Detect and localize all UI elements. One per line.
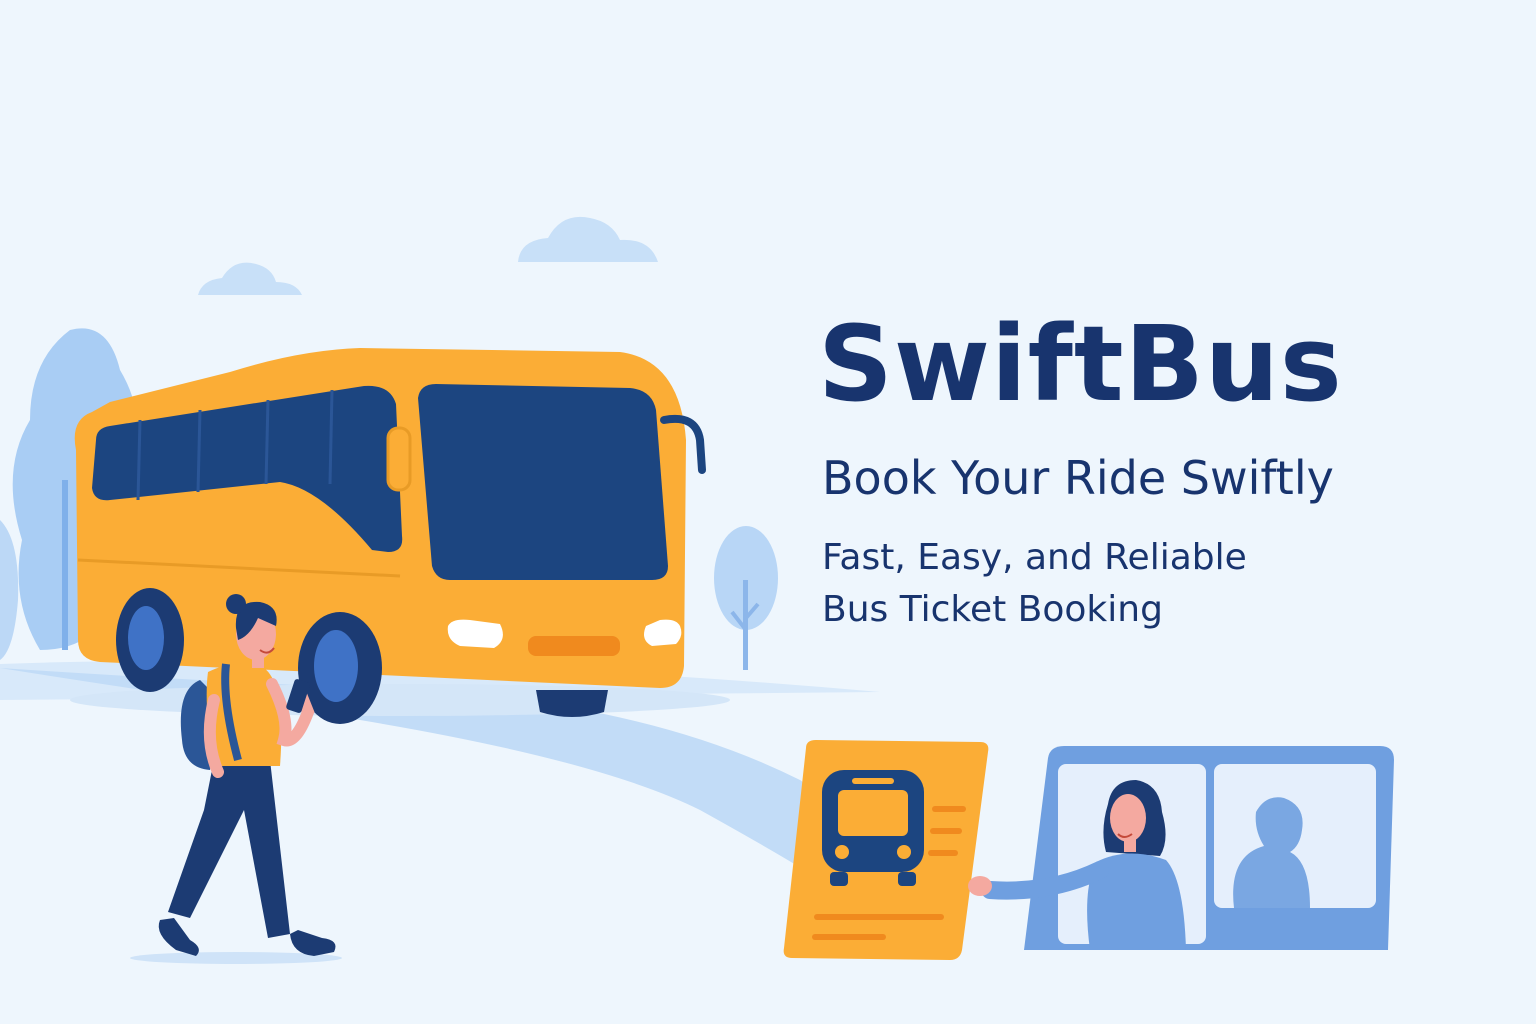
subtitle: Fast, Easy, and Reliable Bus Ticket Book… [822, 532, 1247, 636]
tagline: Book Your Ride Swiftly [822, 451, 1334, 505]
subtitle-line-1: Fast, Easy, and Reliable [822, 537, 1247, 578]
tree-left-small [0, 520, 19, 660]
bus-ticket-illustration [783, 740, 989, 960]
ticket-agent-window-illustration [968, 746, 1394, 950]
bus-illustration [70, 348, 730, 724]
cloud-large [518, 216, 658, 262]
hero-illustration [0, 216, 1394, 964]
cloud-small [198, 262, 302, 295]
brand-title: SwiftBus [818, 303, 1343, 425]
tree-right [714, 526, 778, 670]
subtitle-line-2: Bus Ticket Booking [822, 589, 1163, 630]
